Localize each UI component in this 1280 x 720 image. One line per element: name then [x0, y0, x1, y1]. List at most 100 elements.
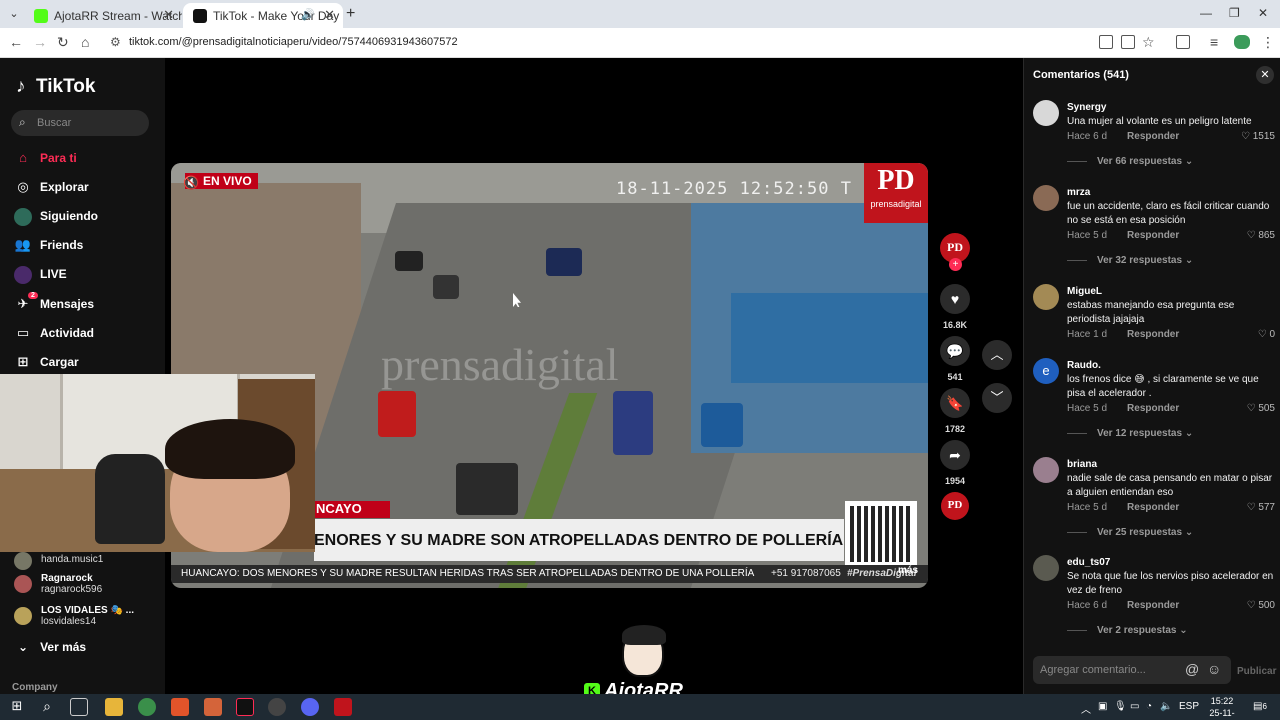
search-icon[interactable]: ⌕	[38, 698, 56, 716]
new-tab-button[interactable]: +	[346, 5, 355, 23]
previous-video-button[interactable]: ︿	[982, 340, 1012, 370]
view-replies-button[interactable]: Ver 12 respuestas ⌄	[1067, 428, 1193, 439]
home-button[interactable]: ⌂	[81, 34, 89, 50]
reply-button[interactable]: Responder	[1127, 329, 1179, 340]
comment-like-button[interactable]: ♡ 1515	[1241, 131, 1275, 142]
close-comments-button[interactable]: ✕	[1256, 66, 1274, 84]
minimize-button[interactable]: —	[1200, 6, 1212, 20]
tab-search-icon[interactable]: ⌄	[6, 6, 22, 22]
comment-like-button[interactable]: ♡ 505	[1247, 403, 1275, 414]
mute-icon[interactable]: 🔇	[183, 175, 199, 191]
tiktok-app-icon[interactable]	[236, 698, 254, 716]
nav-mensajes[interactable]: ✈ 2 Mensajes	[14, 292, 94, 318]
app-icon[interactable]	[334, 698, 352, 716]
publish-button[interactable]: Publicar	[1237, 666, 1276, 677]
address-bar[interactable]: ⚙ tiktok.com/@prensadigitalnoticiaperu/v…	[102, 31, 1162, 55]
more-button[interactable]: más	[898, 565, 918, 576]
file-explorer-icon[interactable]	[105, 698, 123, 716]
nav-cargar[interactable]: ⊞ Cargar	[14, 354, 79, 376]
comment-like-button[interactable]: ♡ 500	[1247, 600, 1275, 611]
comment-username[interactable]: edu_ts07	[1067, 557, 1110, 568]
like-button[interactable]: ♥	[940, 284, 970, 314]
chrome-icon[interactable]	[138, 698, 156, 716]
microphone-icon[interactable]: 🎙	[1114, 701, 1127, 712]
avatar[interactable]	[1033, 100, 1059, 126]
avatar[interactable]	[1033, 457, 1059, 483]
speaker-icon[interactable]: 🔊	[301, 8, 315, 21]
back-button[interactable]: ←	[9, 34, 23, 50]
nav-explorar[interactable]: ◎ Explorar	[14, 179, 88, 201]
emoji-icon[interactable]: ☺	[1207, 661, 1221, 677]
avatar[interactable]	[1033, 185, 1059, 211]
reply-button[interactable]: Responder	[1127, 600, 1179, 611]
volume-icon[interactable]: 🔈	[1160, 701, 1172, 712]
reply-button[interactable]: Responder	[1127, 131, 1179, 142]
system-clock[interactable]: 15:22 25-11-2025	[1200, 695, 1244, 720]
reload-button[interactable]: ↻	[57, 34, 69, 51]
view-replies-button[interactable]: Ver 66 respuestas ⌄	[1067, 156, 1193, 167]
wifi-icon[interactable]: ◔	[1146, 701, 1152, 712]
video-scene-awnings	[731, 293, 928, 383]
comment-username[interactable]: briana	[1067, 459, 1097, 470]
bookmark-star-icon[interactable]: ☆	[1142, 34, 1155, 51]
comment-username[interactable]: Synergy	[1067, 102, 1106, 113]
windows-start-icon[interactable]: ⊞	[8, 698, 26, 716]
comment-input[interactable]: Agregar comentario... @ ☺	[1033, 656, 1231, 684]
maximize-button[interactable]: ❐	[1229, 6, 1240, 20]
tray-overflow-icon[interactable]: ︿	[1081, 701, 1091, 716]
site-info-icon[interactable]: ⚙	[110, 35, 121, 49]
brave-icon[interactable]	[171, 698, 189, 716]
comment-username[interactable]: MigueL	[1067, 286, 1102, 297]
obs-icon[interactable]	[268, 698, 286, 716]
notifications-icon[interactable]: ▤6	[1253, 701, 1267, 712]
translate-icon[interactable]	[1121, 35, 1135, 49]
profile-avatar[interactable]	[1234, 35, 1250, 49]
comment-button[interactable]: 💬	[940, 336, 970, 366]
chrome-menu-icon[interactable]: ⋮	[1261, 34, 1275, 51]
avatar[interactable]: e	[1033, 358, 1059, 384]
mention-icon[interactable]: @	[1185, 661, 1199, 677]
close-window-button[interactable]: ✕	[1258, 6, 1268, 20]
view-replies-button[interactable]: Ver 25 respuestas ⌄	[1067, 527, 1193, 538]
comment-username[interactable]: Raudo.	[1067, 360, 1101, 371]
nav-live[interactable]: LIVE	[14, 266, 67, 288]
comment-like-button[interactable]: ♡ 0	[1258, 329, 1275, 340]
view-replies-button[interactable]: Ver 32 respuestas ⌄	[1067, 255, 1193, 266]
save-button[interactable]: 🔖	[940, 388, 970, 418]
close-tab-icon[interactable]: ✕	[324, 7, 335, 23]
see-more-button[interactable]: ⌄ Ver más	[18, 640, 86, 654]
discord-icon[interactable]	[301, 698, 319, 716]
reply-button[interactable]: Responder	[1127, 403, 1179, 414]
avatar[interactable]	[1033, 284, 1059, 310]
close-tab-icon[interactable]: ✕	[163, 7, 174, 23]
extensions-icon[interactable]	[1176, 35, 1190, 49]
network-icon[interactable]: ▭	[1130, 701, 1139, 712]
language-indicator[interactable]: ESP	[1179, 701, 1199, 712]
task-view-icon[interactable]	[70, 698, 88, 716]
company-link[interactable]: Company	[12, 682, 58, 693]
reply-button[interactable]: Responder	[1127, 230, 1179, 241]
comment-username[interactable]: mrza	[1067, 187, 1090, 198]
avatar[interactable]	[1033, 555, 1059, 581]
app-icon[interactable]	[204, 698, 222, 716]
share-button[interactable]: ➦	[940, 440, 970, 470]
comment-like-button[interactable]: ♡ 865	[1247, 230, 1275, 241]
browser-tab-tiktok[interactable]: TikTok - Make Your Day 🔊 ✕	[183, 3, 343, 28]
reading-list-icon[interactable]: ≡	[1210, 34, 1218, 50]
sound-disc-avatar[interactable]: PD	[941, 492, 969, 520]
forward-button[interactable]: →	[33, 34, 47, 50]
comment-like-button[interactable]: ♡ 577	[1247, 502, 1275, 513]
nav-friends[interactable]: 👥 Friends	[14, 237, 83, 259]
tiktok-logo[interactable]: ♪ TikTok	[16, 76, 95, 98]
follow-plus-icon[interactable]: +	[949, 258, 962, 271]
search-input[interactable]: ⌕ Buscar	[11, 110, 149, 136]
tray-app-icon[interactable]: ▣	[1098, 701, 1107, 712]
nav-para-ti[interactable]: ⌂ Para ti	[14, 150, 77, 172]
next-video-button[interactable]: ﹀	[982, 383, 1012, 413]
browser-tab-ajotarr[interactable]: AjotaRR Stream - Watch Live o ✕	[24, 3, 182, 28]
nav-siguiendo[interactable]: Siguiendo	[14, 208, 98, 230]
nav-actividad[interactable]: ▭ Actividad	[14, 325, 94, 347]
install-app-icon[interactable]	[1099, 35, 1113, 49]
view-replies-button[interactable]: Ver 2 respuestas ⌄	[1067, 625, 1188, 636]
reply-button[interactable]: Responder	[1127, 502, 1179, 513]
